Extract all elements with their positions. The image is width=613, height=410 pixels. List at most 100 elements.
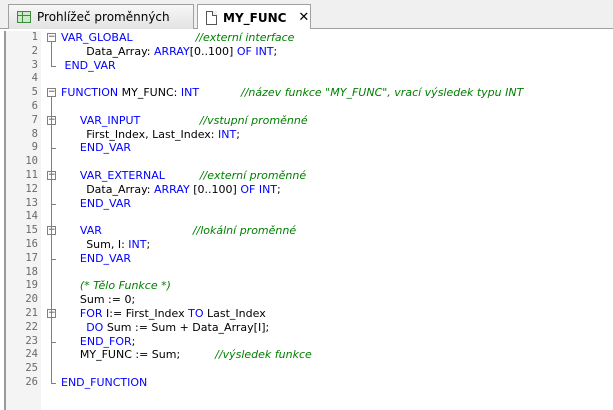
code-line[interactable]: 16 Sum, I: INT; xyxy=(0,238,613,252)
fold-guide-end xyxy=(51,383,56,384)
code-line[interactable]: 8 First_Index, Last_Index: INT; xyxy=(0,128,613,142)
fold-collapse-icon[interactable]: − xyxy=(47,88,56,98)
code-token: ; xyxy=(277,182,281,196)
code-token: Sum := 0; xyxy=(79,293,136,307)
comment-token: //vstupní proměnné xyxy=(199,113,308,127)
fold-guide-end xyxy=(51,258,56,260)
code-line[interactable]: 9 END_VAR xyxy=(0,141,613,155)
tab-bar: Prohlížeč proměnných MY_FUNC ✕ xyxy=(0,0,613,30)
line-number: 13 xyxy=(25,196,38,209)
code-line[interactable]: 7−VAR_INPUT //vstupní proměnné xyxy=(0,114,613,128)
code-line[interactable]: 18 xyxy=(0,266,613,280)
code-line[interactable]: 20 Sum := 0; xyxy=(0,293,613,307)
line-number: 19 xyxy=(25,279,38,292)
code-line[interactable]: 25 xyxy=(0,362,613,376)
code-text: DO Sum := Sum + Data_Array[I]; xyxy=(86,321,269,335)
code-text: VAR_GLOBAL //externí interface xyxy=(61,31,294,45)
line-number: 6 xyxy=(31,100,38,112)
code-line[interactable]: 23 END_FOR; xyxy=(0,335,613,349)
code-text: VAR_INPUT //vstupní proměnné xyxy=(80,114,308,128)
keyword-token: INT xyxy=(258,182,278,196)
line-number: 15 xyxy=(25,224,38,237)
tab-my-func[interactable]: MY_FUNC ✕ xyxy=(197,4,311,30)
variable-table-icon xyxy=(17,11,31,23)
keyword-token: INT xyxy=(128,238,147,251)
line-number: 17 xyxy=(25,251,38,264)
code-line[interactable]: 19 (* Tělo Funkce *) xyxy=(0,279,613,293)
code-line[interactable]: 2 Data_Array: ARRAY[0..100] OF INT; xyxy=(0,45,613,59)
code-line[interactable]: 14 xyxy=(0,210,613,224)
line-number: 12 xyxy=(25,182,38,195)
keyword-token: VAR_INPUT xyxy=(79,113,141,127)
fold-collapse-icon[interactable]: − xyxy=(47,33,56,42)
line-number: 7 xyxy=(31,113,38,126)
comment-token: //výsledek funkce xyxy=(215,348,312,362)
code-text: VAR_EXTERNAL //externí proměnné xyxy=(80,169,306,183)
code-line[interactable]: 10 xyxy=(0,155,613,169)
code-text: FOR I:= First_Index TO Last_Index xyxy=(80,307,266,321)
tab-variable-viewer[interactable]: Prohlížeč proměnných xyxy=(8,4,194,29)
keyword-token: END_FOR xyxy=(79,334,132,348)
line-number: 22 xyxy=(25,320,38,333)
keyword-token: END_VAR xyxy=(79,251,132,265)
code-line[interactable]: 17 END_VAR xyxy=(0,252,613,266)
code-token: ; xyxy=(146,238,151,251)
code-token: [0..100] xyxy=(189,182,241,196)
tab-label: MY_FUNC xyxy=(223,10,287,25)
code-text: Data_Array: ARRAY [0..100] OF INT; xyxy=(86,183,281,197)
line-number: 21 xyxy=(25,307,38,319)
code-text: MY_FUNC := Sum; //výsledek funkce xyxy=(80,348,312,362)
code-token: ; xyxy=(273,44,278,58)
code-line[interactable]: 4 xyxy=(0,72,613,86)
keyword-token: ARRAY xyxy=(153,44,190,58)
fold-guide xyxy=(51,97,52,383)
line-number: 26 xyxy=(25,376,38,388)
keyword-token: INT xyxy=(218,127,237,141)
comment-token: //externí interface xyxy=(195,31,295,44)
keyword-token: END_VAR xyxy=(79,196,132,210)
code-line[interactable]: 3 END_VAR xyxy=(0,59,613,73)
code-text: Sum, I: INT; xyxy=(86,238,150,252)
code-text: VAR //lokální proměnné xyxy=(80,224,296,238)
code-text: END_VAR xyxy=(80,252,131,266)
fold-guide-end xyxy=(51,341,56,343)
fold-guide-end xyxy=(51,148,56,150)
code-line[interactable]: 24 MY_FUNC := Sum; //výsledek funkce xyxy=(0,348,613,362)
keyword-token: ARRAY xyxy=(153,182,190,196)
code-line[interactable]: 1− VAR_GLOBAL //externí interface xyxy=(0,31,613,45)
line-number: 23 xyxy=(25,334,38,347)
keyword-token: END_VAR xyxy=(79,141,132,155)
code-line[interactable]: 5− FUNCTION MY_FUNC: INT //název funkce "… xyxy=(0,86,613,100)
line-number: 8 xyxy=(31,127,38,140)
line-number: 14 xyxy=(25,210,38,223)
comment-token: //lokální proměnné xyxy=(192,224,297,238)
keyword-token: END_FUNCTION xyxy=(61,376,148,389)
code-line[interactable]: 15−VAR //lokální proměnné xyxy=(0,224,613,238)
line-number: 1 xyxy=(31,31,38,43)
line-number: 20 xyxy=(25,293,38,306)
keyword-token: VAR_GLOBAL xyxy=(61,31,133,44)
tab-label: Prohlížeč proměnných xyxy=(37,10,170,24)
keyword-token: OF xyxy=(240,182,256,196)
code-line[interactable]: 22 DO Sum := Sum + Data_Array[I]; xyxy=(0,321,613,335)
code-text: END_FUNCTION xyxy=(61,376,147,390)
close-icon[interactable]: ✕ xyxy=(298,10,309,25)
comment-token: (* Tělo Funkce *) xyxy=(79,279,171,293)
code-line[interactable]: 21−FOR I:= First_Index TO Last_Index xyxy=(0,307,613,321)
code-text: FUNCTION MY_FUNC: INT //název funkce "MY… xyxy=(61,86,523,100)
line-number: 9 xyxy=(31,141,38,154)
code-line[interactable]: 26 END_FUNCTION xyxy=(0,376,613,390)
code-text: First_Index, Last_Index: INT; xyxy=(86,128,240,142)
keyword-token: INT xyxy=(180,86,200,100)
code-line[interactable]: 6 xyxy=(0,100,613,114)
code-line[interactable]: 11−VAR_EXTERNAL //externí proměnné xyxy=(0,169,613,183)
code-line[interactable]: 13 END_VAR xyxy=(0,197,613,211)
keyword-token: FOR xyxy=(79,307,103,320)
code-text: END_VAR xyxy=(80,141,131,155)
code-line[interactable]: 12 Data_Array: ARRAY [0..100] OF INT; xyxy=(0,183,613,197)
code-token: ; xyxy=(236,127,240,141)
document-icon xyxy=(206,10,217,25)
code-text: Data_Array: ARRAY[0..100] OF INT; xyxy=(86,45,277,59)
